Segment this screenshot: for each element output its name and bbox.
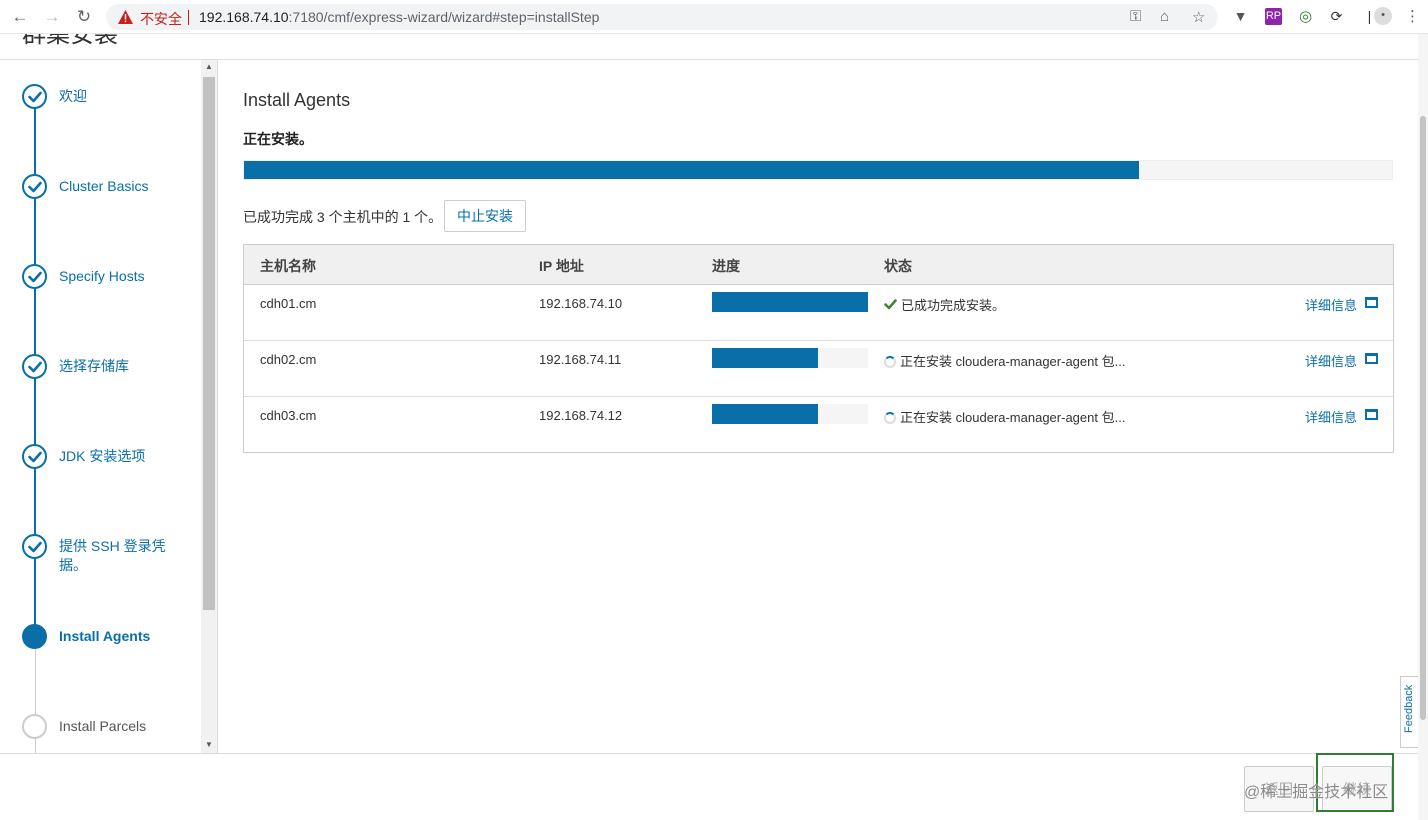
forward-arrow-icon[interactable]: → [42, 7, 62, 27]
translate-icon[interactable]: ⌂ [1160, 8, 1169, 25]
details-link[interactable]: 详细信息 [1305, 407, 1357, 426]
url-path: :7180/cmf/express-wizard/wizard#step=ins… [288, 9, 600, 25]
feedback-tab[interactable]: Feedback [1400, 676, 1418, 748]
details-window-icon[interactable] [1365, 409, 1378, 420]
browser-toolbar: ← → ↻ 不安全 192.168.74.10:7180/cmf/express… [0, 0, 1428, 34]
column-header-status: 状态 [884, 258, 912, 274]
sidebar-step-label: Cluster Basics [59, 178, 149, 194]
url-text[interactable]: 192.168.74.10:7180/cmf/express-wizard/wi… [199, 9, 599, 25]
feedback-label: Feedback [1403, 684, 1415, 733]
details-window-icon[interactable] [1365, 297, 1378, 308]
wizard-steps-sidebar: 欢迎 Cluster Basics Specify Hosts 选择存储库 JDK 安装… [0, 60, 218, 753]
wizard-footer: 返回 继续 @稀土掘金技术社区 [0, 753, 1418, 820]
details-link[interactable]: 详细信息 [1305, 351, 1357, 370]
host-name-cell: cdh01.cm [260, 296, 317, 311]
loading-spinner-icon [884, 356, 896, 368]
extension-script-icon[interactable]: ⟳ [1328, 8, 1345, 25]
ip-address-cell: 192.168.74.11 [539, 352, 622, 367]
step-check-icon [22, 264, 47, 289]
host-progress-fill [712, 404, 819, 424]
host-status-cell: 正在安装 cloudera-manager-agent 包... [884, 407, 1125, 426]
host-name-cell: cdh03.cm [260, 408, 317, 423]
install-summary: 已成功完成 3 个主机中的 1 个。 [243, 209, 443, 225]
table-row: cdh02.cm 192.168.74.11 正在安装 cloudera-manag… [244, 341, 1393, 397]
sidebar-step-label: Specify Hosts [59, 268, 145, 284]
sidebar-scrollbar-thumb[interactable] [203, 77, 215, 610]
sidebar-step-label: Install Agents [59, 628, 151, 644]
ip-address-cell: 192.168.74.12 [539, 408, 623, 423]
step-current-icon [22, 624, 47, 649]
table-row: cdh03.cm 192.168.74.12 正在安装 cloudera-manag… [244, 397, 1393, 453]
back-arrow-icon[interactable]: ← [10, 7, 30, 27]
overall-progress-bar [243, 160, 1393, 180]
host-status-cell: 正在安装 cloudera-manager-agent 包... [884, 351, 1125, 370]
ip-address-cell: 192.168.74.10 [539, 296, 623, 311]
host-name-cell: cdh02.cm [260, 352, 317, 367]
page-scrollbar[interactable] [1418, 34, 1428, 820]
table-header: 主机名称 IP 地址 进度 状态 [244, 245, 1393, 285]
page-title: 群集安装 [22, 34, 118, 48]
key-icon[interactable]: ⚿ [1130, 8, 1141, 25]
extension-v-icon[interactable]: ▼ [1232, 8, 1249, 25]
sidebar-scrollbar[interactable]: ▲ ▼ [201, 60, 217, 753]
step-check-icon [22, 444, 47, 469]
column-header-hostname: 主机名称 [260, 258, 316, 274]
column-header-progress: 进度 [712, 258, 740, 274]
warning-icon [118, 10, 133, 24]
host-progress-fill [712, 292, 868, 312]
profile-avatar-icon[interactable]: • [1374, 7, 1392, 25]
overall-progress-fill [244, 161, 1140, 179]
hosts-table: 主机名称 IP 地址 进度 状态 cdh01.cm 192.168.74.10 已成… [243, 244, 1394, 453]
host-status-text: 正在安装 cloudera-manager-agent 包... [900, 410, 1126, 425]
host-progress-fill [712, 348, 819, 368]
scroll-down-arrow-icon[interactable]: ▼ [201, 738, 217, 752]
details-link[interactable]: 详细信息 [1305, 295, 1357, 314]
not-secure-label: 不安全 [140, 11, 182, 27]
step-pending-icon [22, 714, 47, 739]
host-progress-bar [712, 404, 868, 424]
abort-install-button[interactable]: 中止安装 [444, 200, 526, 232]
sidebar-step-label: 提供 SSH 登录凭据。 [59, 538, 166, 573]
column-header-ip: IP 地址 [539, 258, 584, 274]
extension-leaf-icon[interactable]: ◎ [1297, 8, 1314, 25]
step-check-icon [22, 534, 47, 559]
page-title-clip: 群集安装 [0, 34, 400, 58]
extension-rp-icon[interactable]: RP [1265, 8, 1282, 25]
step-heading: Install Agents [243, 90, 351, 110]
host-progress-bar [712, 348, 868, 368]
loading-spinner-icon [884, 412, 896, 424]
scroll-up-arrow-icon[interactable]: ▲ [201, 60, 217, 74]
table-row: cdh01.cm 192.168.74.10 已成功完成安装。 详细信息 [244, 285, 1393, 341]
sidebar-step-label: 选择存储库 [59, 358, 129, 374]
omnibox-separator [188, 10, 189, 25]
install-status-text: 正在安装。 [243, 131, 313, 147]
sidebar-step-label: Install Parcels [59, 718, 147, 734]
sidebar-step-label: 欢迎 [59, 88, 87, 104]
url-host: 192.168.74.10 [199, 9, 289, 25]
details-window-icon[interactable] [1365, 353, 1378, 364]
step-check-icon [22, 354, 47, 379]
sidebar-step-label: JDK 安装选项 [59, 448, 146, 464]
step-check-icon [22, 174, 47, 199]
menu-kebab-icon[interactable]: ⋮ [1404, 8, 1421, 25]
page: 群集安装 欢迎 Cluster Basics Specify Hosts 选择存储库 J… [0, 34, 1428, 820]
host-progress-bar [712, 292, 868, 312]
reload-icon[interactable]: ↻ [74, 7, 94, 27]
step-check-icon [22, 84, 47, 109]
star-icon[interactable]: ☆ [1192, 8, 1205, 26]
success-check-icon [884, 298, 898, 313]
page-scrollbar-thumb[interactable] [1420, 116, 1426, 720]
host-status-text: 已成功完成安装。 [901, 298, 1006, 313]
address-bar[interactable]: 不安全 192.168.74.10:7180/cmf/express-wizar… [106, 4, 1218, 30]
watermark: @稀土掘金技术社区 [1244, 784, 1389, 801]
host-status-cell: 已成功完成安装。 [884, 295, 1005, 314]
host-status-text: 正在安装 cloudera-manager-agent 包... [900, 354, 1126, 369]
